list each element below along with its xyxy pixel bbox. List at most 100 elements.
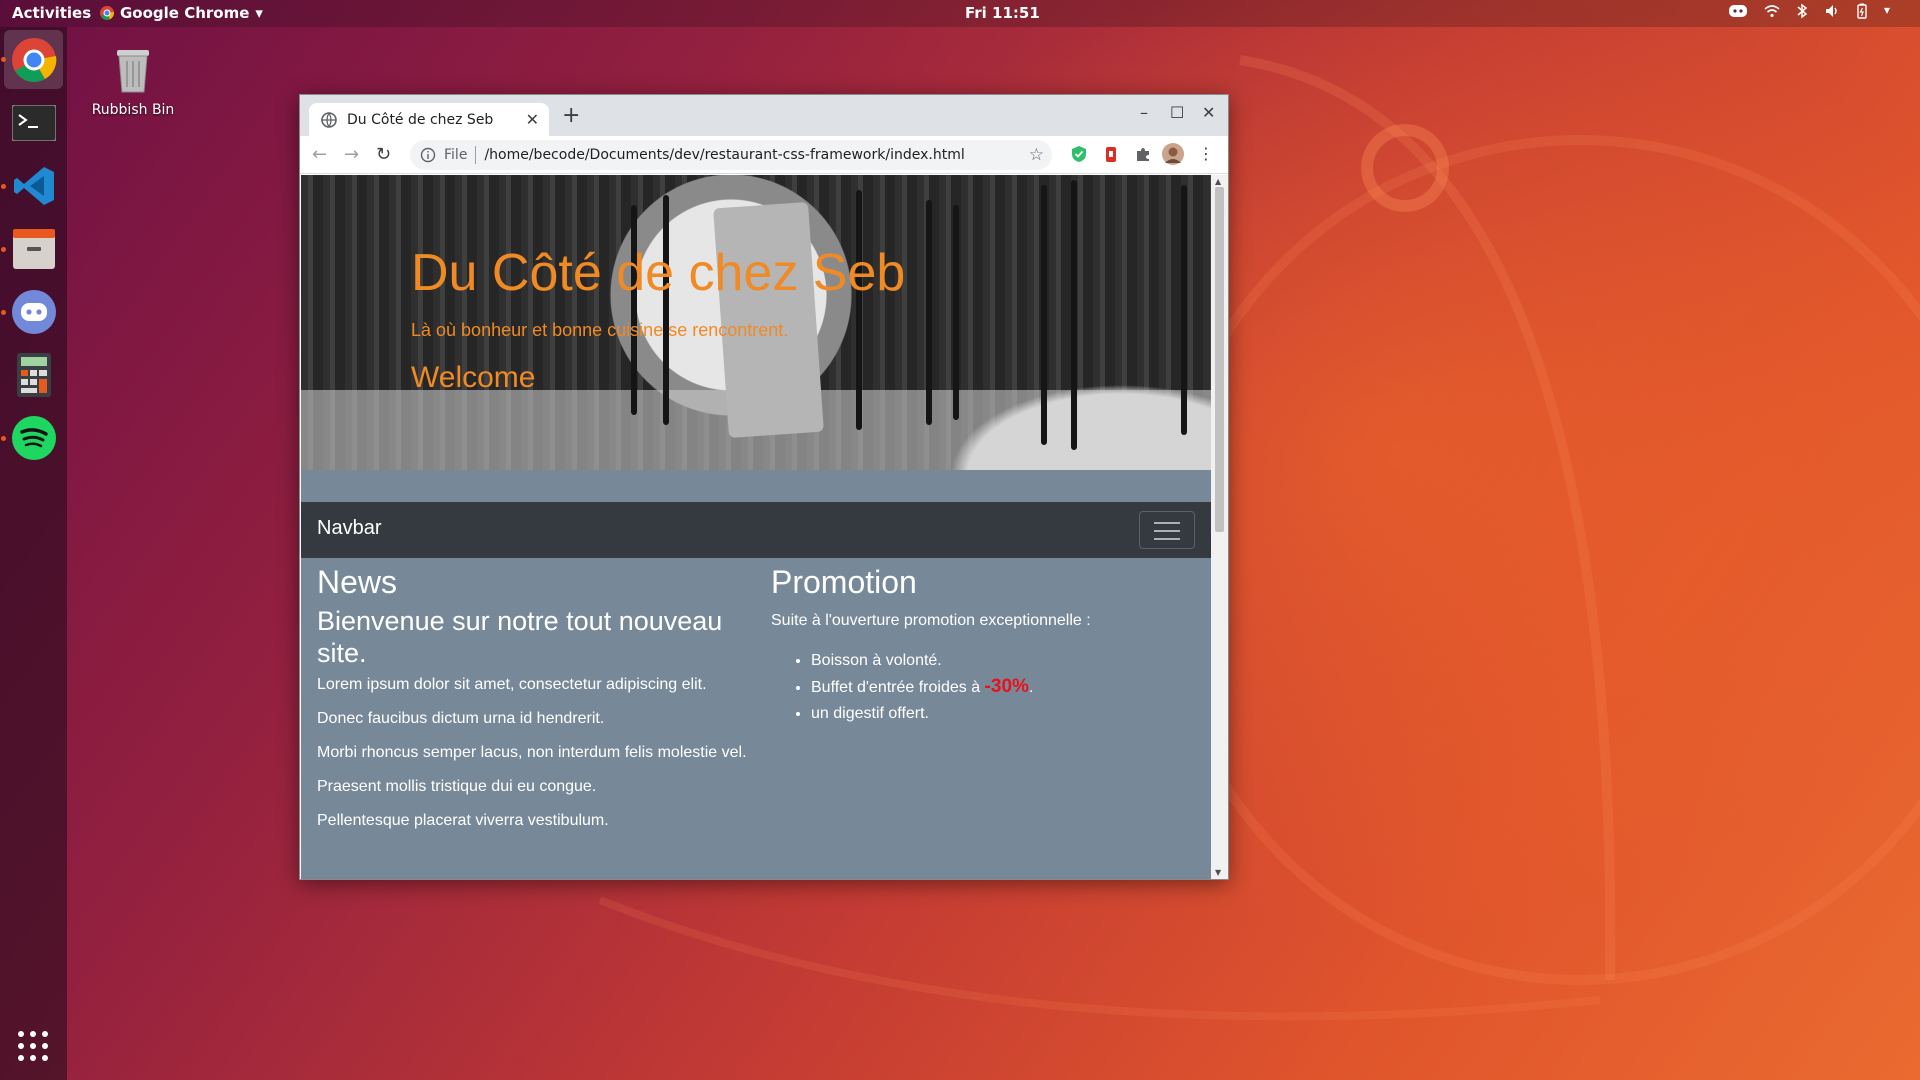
maximize-icon[interactable]: ☐ — [1170, 103, 1184, 122]
back-arrow-icon[interactable]: ← — [312, 144, 327, 165]
dock-chrome[interactable] — [4, 30, 63, 89]
address-bar[interactable]: File /home/becode/Documents/dev/restaura… — [410, 140, 1052, 170]
desktop-trash[interactable]: Rubbish Bin — [88, 44, 178, 118]
dock-calculator[interactable] — [4, 345, 63, 404]
trash-label: Rubbish Bin — [91, 102, 175, 118]
chevron-down-icon: ▾ — [255, 4, 263, 22]
extension-icon[interactable] — [1102, 145, 1120, 163]
discord-tray-icon[interactable] — [1728, 3, 1748, 19]
promotion-item: Buffet d'entrée froides à -30%. — [811, 675, 1191, 700]
hero-banner: Du Côté de chez Seb Là où bonheur et bon… — [301, 175, 1211, 470]
file-manager-icon — [12, 228, 55, 269]
news-section: News Bienvenue sur notre tout nouveau si… — [317, 563, 757, 833]
running-indicator — [1, 247, 6, 252]
dock-files[interactable] — [4, 219, 63, 278]
bluetooth-icon[interactable] — [1796, 3, 1808, 19]
running-indicator — [1, 184, 6, 189]
browser-tab[interactable]: Du Côté de chez Seb ✕ — [309, 103, 549, 136]
news-paragraph: Pellentesque placerat viverra vestibulum… — [317, 812, 609, 829]
navbar-toggler-button[interactable] — [1139, 511, 1195, 549]
volume-icon[interactable] — [1824, 3, 1840, 19]
news-heading: News — [317, 564, 398, 600]
battery-icon[interactable] — [1856, 3, 1868, 19]
dock-discord[interactable] — [4, 282, 63, 341]
app-menu-label: Google Chrome — [120, 4, 250, 22]
hamburger-icon — [1154, 522, 1180, 524]
system-tray[interactable]: ▾ — [1728, 3, 1890, 19]
navbar-brand[interactable]: Navbar — [317, 517, 381, 540]
url-scheme-label: File — [444, 147, 468, 163]
scroll-down-icon[interactable]: ▼ — [1215, 868, 1221, 877]
profile-avatar[interactable] — [1162, 143, 1184, 165]
discount-badge: -30% — [984, 676, 1029, 697]
dock-vscode[interactable] — [4, 156, 63, 215]
cutlery-decoration — [856, 190, 862, 430]
puzzle-extensions-icon[interactable] — [1134, 145, 1152, 163]
news-subheading: Bienvenue sur notre tout nouveau site. — [317, 606, 723, 668]
hero-welcome: Welcome — [411, 361, 536, 394]
minimize-icon[interactable]: – — [1140, 103, 1148, 122]
tab-strip: Du Côté de chez Seb ✕ + – ☐ ✕ — [300, 95, 1228, 136]
new-tab-icon[interactable]: + — [562, 103, 580, 128]
cutlery-decoration — [1041, 185, 1047, 445]
bookmark-star-icon[interactable]: ☆ — [1029, 145, 1044, 165]
terminal-icon — [11, 104, 56, 141]
browser-window: Du Côté de chez Seb ✕ + – ☐ ✕ ← → ↻ File… — [299, 94, 1229, 880]
cutlery-decoration — [953, 205, 959, 420]
running-indicator — [1, 436, 6, 441]
cutlery-decoration — [1071, 180, 1077, 450]
news-paragraph: Morbi rhoncus semper lacus, non interdum… — [317, 744, 747, 761]
promotion-intro: Suite à l'ouverture promotion exceptionn… — [771, 612, 1091, 629]
site-navbar: Navbar — [301, 502, 1211, 558]
trash-icon — [117, 50, 149, 93]
discord-icon — [11, 289, 56, 334]
chrome-icon — [11, 37, 56, 82]
hamburger-icon — [1154, 538, 1180, 540]
shield-extension-icon[interactable] — [1070, 145, 1088, 163]
news-paragraph: Praesent mollis tristique dui eu congue. — [317, 778, 597, 795]
power-menu-chevron-icon[interactable]: ▾ — [1884, 3, 1890, 19]
cutlery-decoration — [926, 200, 932, 425]
info-icon[interactable] — [420, 147, 436, 163]
show-applications-icon[interactable] — [17, 1030, 49, 1062]
cutlery-decoration — [1181, 185, 1187, 435]
news-paragraph: Lorem ipsum dolor sit amet, consectetur … — [317, 676, 707, 693]
scrollbar-thumb[interactable] — [1215, 187, 1224, 532]
wifi-icon[interactable] — [1764, 3, 1780, 19]
activities-button[interactable]: Activities — [12, 4, 91, 22]
promotion-section: Promotion Suite à l'ouverture promotion … — [771, 563, 1191, 728]
calculator-icon — [16, 352, 51, 397]
url-separator — [475, 146, 477, 164]
promotion-item: Boisson à volonté. — [811, 649, 1191, 673]
top-bar: Activities Google Chrome ▾ Fri 11:51 ▾ — [0, 0, 1920, 27]
kebab-menu-icon[interactable]: ⋮ — [1198, 144, 1214, 163]
dock — [0, 27, 67, 1080]
cutlery-decoration — [631, 205, 637, 415]
forward-arrow-icon[interactable]: → — [344, 144, 359, 165]
page-viewport: Du Côté de chez Seb Là où bonheur et bon… — [301, 175, 1211, 879]
dock-terminal[interactable] — [4, 93, 63, 152]
hamburger-icon — [1154, 530, 1180, 532]
url-text[interactable]: /home/becode/Documents/dev/restaurant-cs… — [484, 147, 964, 163]
promotion-heading: Promotion — [771, 564, 917, 600]
scroll-up-icon[interactable]: ▲ — [1215, 177, 1221, 186]
reload-icon[interactable]: ↻ — [376, 144, 391, 165]
news-paragraph: Donec faucibus dictum urna id hendrerit. — [317, 710, 605, 727]
clock[interactable]: Fri 11:51 — [965, 4, 1040, 22]
browser-toolbar: ← → ↻ File /home/becode/Documents/dev/re… — [300, 136, 1228, 174]
promotion-item-text: Buffet d'entrée froides à — [811, 679, 985, 696]
close-window-icon[interactable]: ✕ — [1202, 103, 1215, 122]
globe-icon — [321, 111, 337, 128]
chrome-small-icon — [100, 6, 114, 20]
hero-subtitle: Là où bonheur et bonne cuisine se rencon… — [411, 320, 789, 340]
running-indicator — [1, 310, 6, 315]
promotion-item: un digestif offert. — [811, 702, 1191, 726]
app-menu[interactable]: Google Chrome ▾ — [100, 4, 263, 22]
spotify-icon — [11, 415, 56, 460]
page-scrollbar[interactable]: ▲ ▼ — [1211, 175, 1228, 879]
vscode-icon — [13, 166, 54, 205]
dock-spotify[interactable] — [4, 408, 63, 467]
running-indicator — [1, 57, 6, 62]
hero-title: Du Côté de chez Seb — [411, 244, 906, 302]
close-tab-icon[interactable]: ✕ — [526, 110, 539, 129]
